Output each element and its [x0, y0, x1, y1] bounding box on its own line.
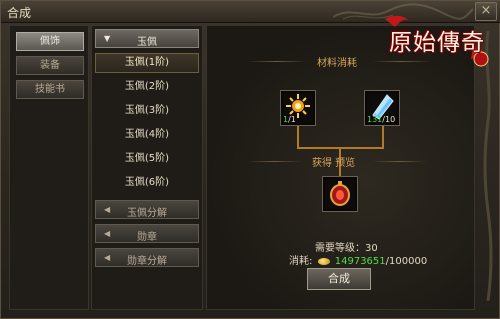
group-header-medal[interactable]: ◀ 勋章 [95, 224, 199, 243]
group-header-jade[interactable]: ▼ 玉佩 [95, 29, 199, 48]
group-header-label: 勋章分解 [127, 256, 167, 267]
cost-line: 消耗: 14973651/100000 [289, 252, 427, 267]
material-slot-2[interactable]: 131/10 [364, 90, 400, 126]
group-header-label: 玉佩 [137, 37, 157, 48]
category-tab-equipment[interactable]: 装备 [16, 56, 84, 75]
divider [247, 161, 302, 162]
group-header-medal-decompose[interactable]: ◀ 勋章分解 [95, 248, 199, 267]
materials-heading: 材料消耗 [317, 58, 357, 69]
recipe-item-jade-6[interactable]: 玉佩(6阶) [95, 173, 199, 193]
group-header-jade-decompose[interactable]: ◀ 玉佩分解 [95, 200, 199, 219]
group-header-label: 玉佩分解 [127, 208, 167, 219]
gold-need: /100000 [385, 256, 428, 267]
gold-have: 14973651 [334, 256, 386, 267]
category-tab-accessories[interactable]: 佩饰 [16, 32, 84, 51]
logo-text: 原始傳奇 [389, 30, 485, 56]
category-tab-skillbooks[interactable]: 技能书 [16, 80, 84, 99]
recipe-item-jade-2[interactable]: 玉佩(2阶) [95, 77, 199, 97]
material-slot-1[interactable]: 1/1 [280, 90, 316, 126]
recipe-item-jade-1[interactable]: 玉佩(1阶) [95, 53, 199, 73]
recipe-list-panel: ▼ 玉佩 玉佩(1阶) 玉佩(2阶) 玉佩(3阶) 玉佩(4阶) 玉佩(5阶) … [91, 25, 203, 310]
group-header-label: 勋章 [137, 232, 157, 243]
result-slot[interactable] [322, 176, 358, 212]
recipe-item-jade-5[interactable]: 玉佩(5阶) [95, 149, 199, 169]
divider [247, 61, 307, 62]
divider [372, 161, 427, 162]
window-title: 合成 [7, 6, 32, 20]
gold-coin-icon [317, 257, 330, 265]
craft-button[interactable]: 合成 [307, 268, 371, 290]
preview-heading: 获得 预览 [312, 158, 356, 169]
connector-line [382, 126, 384, 148]
recipe-item-jade-3[interactable]: 玉佩(3阶) [95, 101, 199, 121]
category-panel: 佩饰 装备 技能书 [9, 25, 89, 310]
red-jade-pendant-icon [330, 181, 350, 206]
material-count: 131/10 [367, 115, 396, 124]
recipe-item-jade-4[interactable]: 玉佩(4阶) [95, 125, 199, 145]
game-logo: 原始傳奇 [381, 9, 493, 69]
cost-label: 消耗: [289, 256, 313, 267]
connector-line [297, 126, 299, 148]
crafting-window: 合成 × 佩饰 装备 技能书 ▼ 玉佩 玉佩(1阶) 玉佩(2阶) 玉佩(3阶)… [0, 0, 500, 319]
dragon-scroll-ornament-icon [483, 31, 493, 301]
material-count: 1/1 [283, 115, 296, 124]
